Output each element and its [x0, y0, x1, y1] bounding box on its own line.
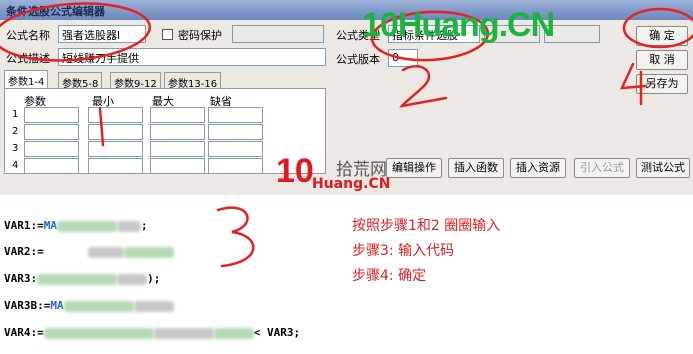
formula-editor-window: 条件选股公式编辑器 公式名称 强者选股器l 密码保护 公式描述 短线赚刀手提供 …: [0, 0, 693, 354]
annotation-numeral-4: [619, 62, 648, 106]
annotation-circle-formula-name: [0, 2, 152, 62]
watermark-center-digits: 10: [276, 152, 314, 190]
watermark-logo-top: 10Huang.CN: [362, 6, 555, 44]
annotation-numeral-2: [399, 65, 448, 108]
annotation-numeral-3: [216, 206, 255, 268]
watermark-center: 10 拾荒网 Huang.CN: [276, 152, 390, 192]
annotation-circle-confirm: [622, 7, 693, 49]
annotation-numeral-1: [98, 106, 105, 147]
watermark-url: Huang.CN: [312, 176, 391, 192]
